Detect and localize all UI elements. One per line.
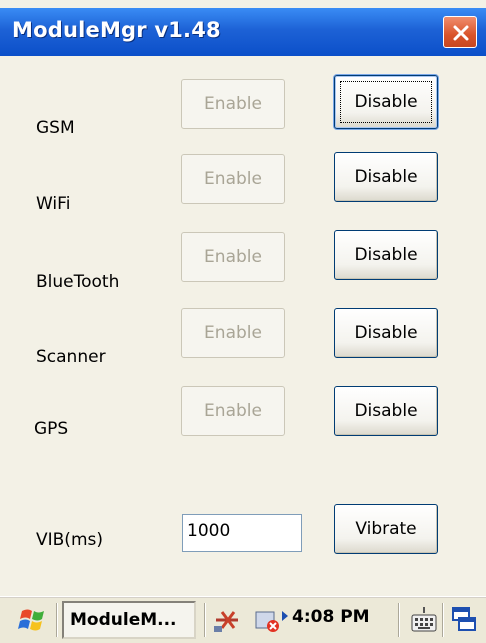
- vibrate-button[interactable]: Vibrate: [334, 504, 438, 554]
- windows-switch-icon[interactable]: [450, 605, 478, 639]
- bluetooth-enable-button[interactable]: Enable: [181, 232, 285, 282]
- taskbar-separator: [398, 603, 400, 637]
- vib-ms-input[interactable]: 1000: [182, 514, 302, 552]
- wifi-enable-button[interactable]: Enable: [181, 154, 285, 204]
- keyboard-icon[interactable]: [410, 605, 438, 639]
- tray-arrow-icon[interactable]: [282, 611, 288, 621]
- window-title: ModuleMgr v1.48: [12, 18, 221, 42]
- network-icon[interactable]: [212, 606, 242, 634]
- taskbar-separator: [204, 603, 206, 637]
- content-area: GSM Enable Disable WiFi Enable Disable B…: [10, 56, 477, 596]
- gsm-label: GSM: [36, 118, 75, 138]
- gsm-disable-button[interactable]: Disable: [334, 75, 438, 129]
- taskbar-separator: [442, 603, 444, 637]
- gps-label: GPS: [34, 419, 69, 439]
- gps-enable-button[interactable]: Enable: [181, 386, 285, 436]
- wifi-disable-button[interactable]: Disable: [334, 152, 438, 202]
- gps-disable-button[interactable]: Disable: [334, 386, 438, 436]
- taskbar-separator: [56, 603, 58, 637]
- scanner-disable-button[interactable]: Disable: [334, 308, 438, 358]
- vib-label: VIB(ms): [36, 530, 103, 550]
- taskbar-app-button[interactable]: ModuleM...: [62, 601, 196, 639]
- scanner-enable-button[interactable]: Enable: [181, 308, 285, 358]
- taskbar: ModuleM... 4:08 PM: [0, 596, 486, 643]
- app-window: ModuleMgr v1.48 GSM Enable Disable WiFi …: [0, 0, 486, 643]
- focus-ring: [340, 81, 432, 123]
- tray-icons: [212, 606, 283, 634]
- close-icon: [453, 25, 469, 41]
- scanner-label: Scanner: [36, 347, 106, 367]
- bluetooth-disable-button[interactable]: Disable: [334, 230, 438, 280]
- clock[interactable]: 4:08 PM: [292, 607, 370, 627]
- bluetooth-label: BlueTooth: [36, 272, 120, 292]
- title-bar: ModuleMgr v1.48: [0, 8, 486, 56]
- start-flag-icon[interactable]: [18, 607, 50, 637]
- volume-muted-icon[interactable]: [253, 606, 283, 634]
- gsm-enable-button[interactable]: Enable: [181, 79, 285, 129]
- close-button[interactable]: [443, 16, 477, 48]
- wifi-label: WiFi: [36, 194, 71, 214]
